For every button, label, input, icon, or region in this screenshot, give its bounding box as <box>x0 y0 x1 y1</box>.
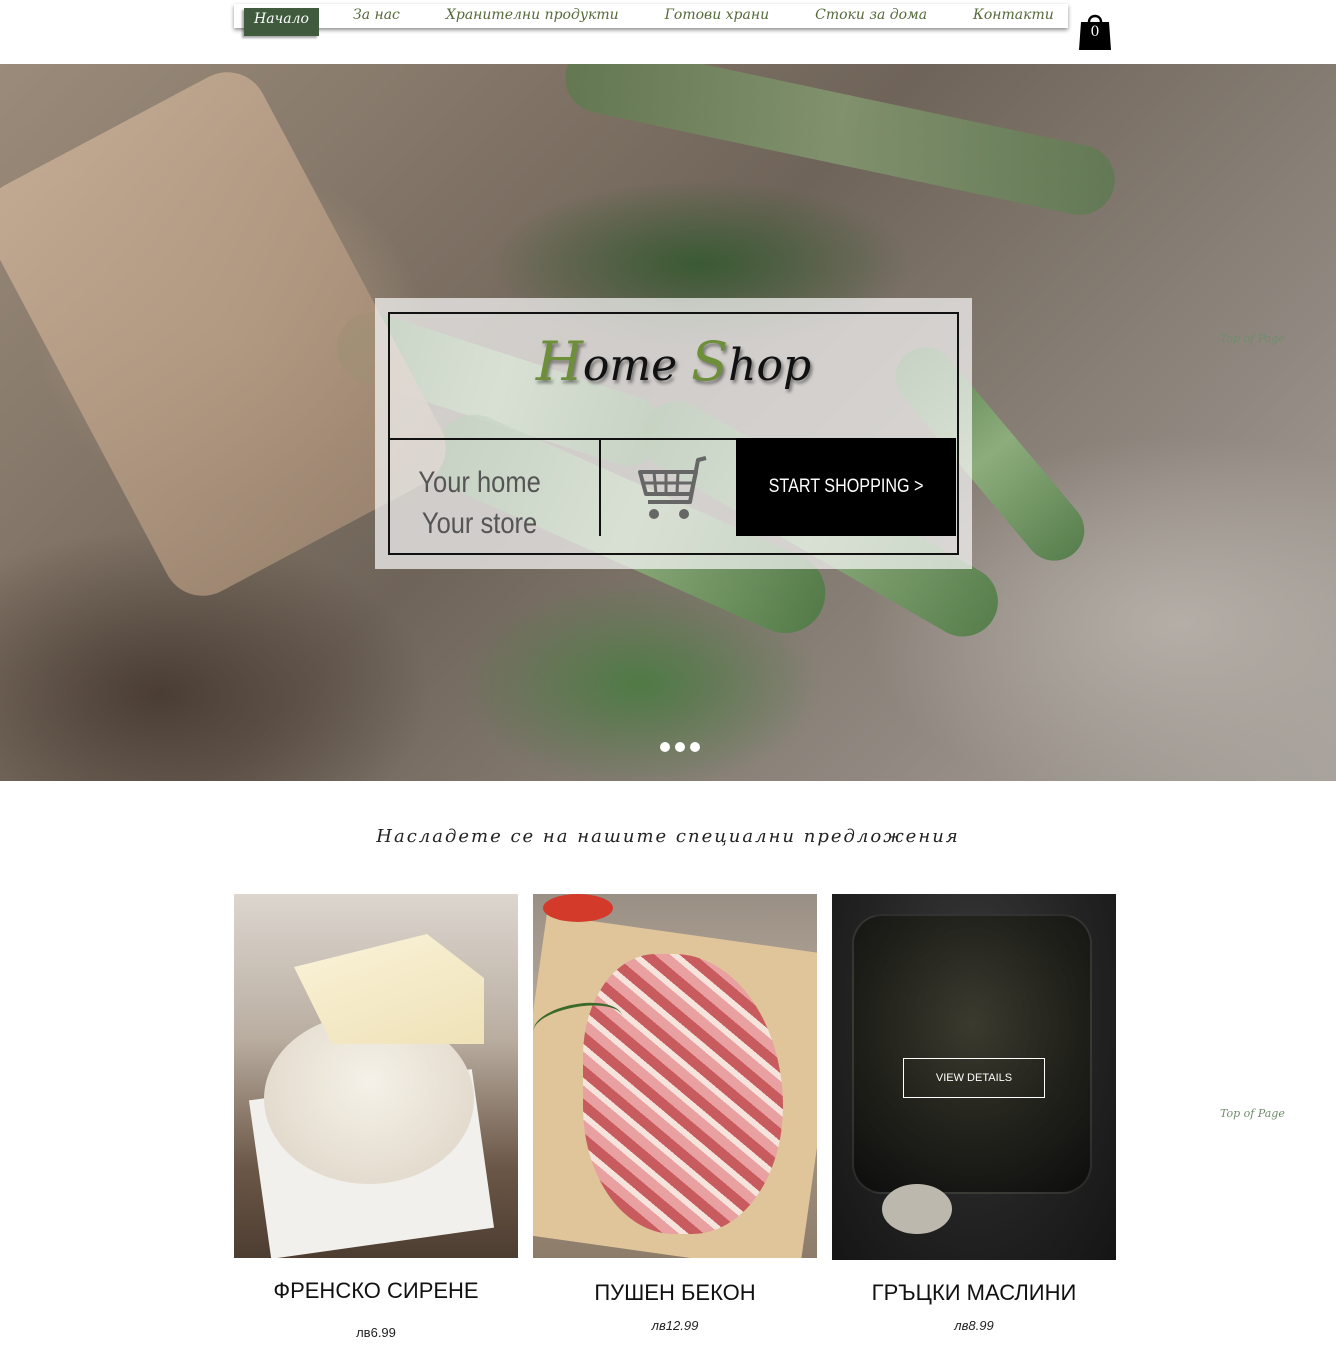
slider-dots <box>660 742 700 752</box>
product-card: VIEW DETAILS ГРЪЦКИ МАСЛИНИ лв8.99 <box>832 894 1116 1333</box>
product-image[interactable] <box>533 894 817 1258</box>
cart-count: 0 <box>1090 24 1100 40</box>
hero-tagline: Your home Your store <box>392 462 567 544</box>
tagline-line-2: Your store <box>421 507 538 540</box>
product-price: лв8.99 <box>954 1318 994 1333</box>
nav-item-home[interactable]: Начало <box>244 8 319 36</box>
product-image[interactable] <box>234 894 518 1258</box>
page: Начало За нас Хранителни продукти Готови… <box>0 0 1336 1368</box>
offers-heading: Насладете се на нашите специални предлож… <box>376 826 960 847</box>
product-price: лв6.99 <box>356 1325 396 1340</box>
hero-title-letter: S <box>691 330 729 393</box>
hero-photo-detail <box>558 64 1122 222</box>
product-price: лв12.99 <box>651 1318 699 1333</box>
olive-jar <box>852 914 1092 1194</box>
product-name[interactable]: ГРЪЦКИ МАСЛИНИ <box>832 1280 1116 1306</box>
tomato <box>543 894 613 922</box>
hero-title: Home Shop <box>390 330 957 393</box>
nav-item-about[interactable]: За нас <box>353 4 400 28</box>
cart-button[interactable]: 0 <box>1078 10 1112 50</box>
product-name[interactable]: ФРЕНСКО СИРЕНЕ <box>234 1278 518 1304</box>
product-card: ПУШЕН БЕКОН лв12.99 <box>533 894 817 1333</box>
nav-item-contacts[interactable]: Контакти <box>973 4 1054 28</box>
product-image[interactable]: VIEW DETAILS <box>832 894 1116 1260</box>
tagline-line-1: Your home <box>418 466 541 499</box>
slider-dot[interactable] <box>660 742 670 752</box>
slider-dot[interactable] <box>690 742 700 752</box>
product-card: ФРЕНСКО СИРЕНЕ лв6.99 <box>234 894 518 1340</box>
hero-title-part: ome <box>582 340 692 391</box>
hero-title-letter: H <box>535 330 583 393</box>
shopping-cart-icon <box>638 456 707 519</box>
start-shopping-label: START SHOPPING > <box>768 476 924 497</box>
view-details-button[interactable]: VIEW DETAILS <box>903 1058 1045 1098</box>
hero-divider <box>390 438 736 440</box>
slider-dot[interactable] <box>675 742 685 752</box>
nav-item-ready-meals[interactable]: Готови храни <box>665 4 769 28</box>
garlic-clove <box>882 1184 952 1234</box>
start-shopping-button[interactable]: START SHOPPING > <box>736 438 956 536</box>
main-nav: Начало За нас Хранителни продукти Готови… <box>234 4 1068 36</box>
hero-divider <box>599 440 601 536</box>
product-name[interactable]: ПУШЕН БЕКОН <box>533 1280 817 1306</box>
nav-item-groceries[interactable]: Хранителни продукти <box>446 4 619 28</box>
top-of-page-link[interactable]: Top of Page <box>1220 332 1285 345</box>
hero-title-part: hop <box>728 340 812 391</box>
top-of-page-link[interactable]: Top of Page <box>1220 1107 1285 1120</box>
nav-item-home-goods[interactable]: Стоки за дома <box>815 4 927 28</box>
